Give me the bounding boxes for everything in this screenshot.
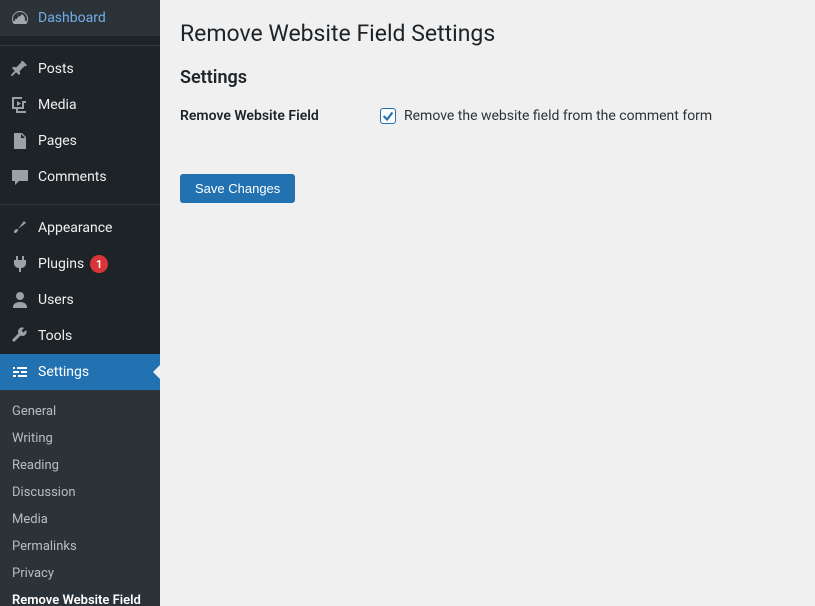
sidebar-item-label: Comments (38, 169, 107, 185)
sidebar-item-dashboard[interactable]: Dashboard (0, 0, 160, 36)
submenu-item-remove-website-field[interactable]: Remove Website Field (0, 587, 160, 606)
sidebar-item-label: Plugins (38, 256, 84, 272)
sidebar-item-label: Posts (38, 61, 74, 77)
pin-icon (10, 59, 30, 79)
sidebar-item-posts[interactable]: Posts (0, 51, 160, 87)
sidebar-item-label: Media (38, 97, 77, 113)
section-title: Settings (180, 67, 795, 88)
dashboard-icon (10, 8, 30, 28)
wrench-icon (10, 326, 30, 346)
menu-separator (0, 41, 160, 46)
sidebar-item-plugins[interactable]: Plugins 1 (0, 246, 160, 282)
save-button[interactable]: Save Changes (180, 174, 295, 203)
page-icon (10, 131, 30, 151)
submenu-item-reading[interactable]: Reading (0, 452, 160, 479)
sidebar-item-label: Appearance (38, 220, 112, 236)
sidebar-item-comments[interactable]: Comments (0, 159, 160, 195)
sidebar-item-label: Pages (38, 133, 77, 149)
brush-icon (10, 218, 30, 238)
submenu-item-permalinks[interactable]: Permalinks (0, 533, 160, 560)
menu-separator (0, 200, 160, 205)
plugin-icon (10, 254, 30, 274)
field-control: Remove the website field from the commen… (380, 108, 795, 124)
sidebar-item-label: Tools (38, 328, 72, 344)
settings-icon (10, 362, 30, 382)
check-icon (381, 108, 395, 124)
main-content: Remove Website Field Settings Settings R… (160, 0, 815, 606)
media-icon (10, 95, 30, 115)
remove-website-checkbox[interactable] (380, 108, 396, 124)
checkbox-label[interactable]: Remove the website field from the commen… (404, 108, 712, 124)
sidebar-item-label: Dashboard (38, 10, 106, 26)
form-row-remove-website-field: Remove Website Field Remove the website … (180, 108, 795, 124)
page-title: Remove Website Field Settings (180, 20, 795, 47)
submenu-item-general[interactable]: General (0, 398, 160, 425)
settings-submenu: General Writing Reading Discussion Media… (0, 390, 160, 606)
submenu-item-media[interactable]: Media (0, 506, 160, 533)
sidebar-item-tools[interactable]: Tools (0, 318, 160, 354)
submenu-item-discussion[interactable]: Discussion (0, 479, 160, 506)
submenu-item-writing[interactable]: Writing (0, 425, 160, 452)
user-icon (10, 290, 30, 310)
sidebar-item-pages[interactable]: Pages (0, 123, 160, 159)
sidebar-item-label: Settings (38, 364, 89, 380)
sidebar-item-media[interactable]: Media (0, 87, 160, 123)
field-label: Remove Website Field (180, 108, 380, 124)
update-badge: 1 (90, 255, 108, 273)
sidebar-item-label: Users (38, 292, 74, 308)
sidebar-item-settings[interactable]: Settings (0, 354, 160, 390)
admin-sidebar: Dashboard Posts Media Pages Comments App… (0, 0, 160, 606)
submenu-item-privacy[interactable]: Privacy (0, 560, 160, 587)
sidebar-item-appearance[interactable]: Appearance (0, 210, 160, 246)
comment-icon (10, 167, 30, 187)
sidebar-item-users[interactable]: Users (0, 282, 160, 318)
